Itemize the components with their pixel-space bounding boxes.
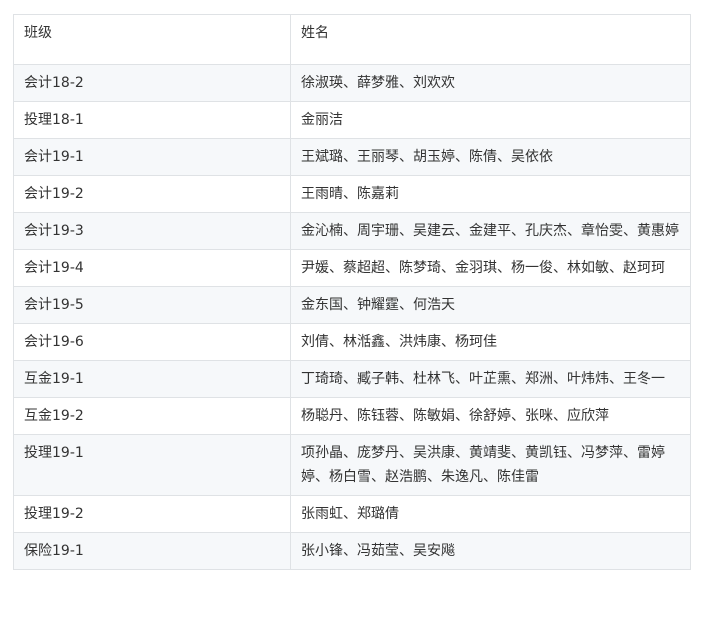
- names-cell: 金丽洁: [290, 101, 691, 139]
- names-cell: 项孙晶、庞梦丹、吴洪康、黄靖斐、黄凯钰、冯梦萍、雷婷婷、杨白雪、赵浩鹏、朱逸凡、…: [290, 434, 691, 496]
- header-class: 班级: [13, 14, 291, 65]
- class-cell: 会计19-2: [13, 175, 291, 213]
- names-cell: 杨聪丹、陈钰蓉、陈敏娟、徐舒婷、张咪、应欣萍: [290, 397, 691, 435]
- table-row: 互金19-1 丁琦琦、臧子韩、杜林飞、叶芷熏、郑洲、叶炜炜、王冬一: [13, 360, 691, 398]
- names-cell: 王斌璐、王丽琴、胡玉婷、陈倩、吴依依: [290, 138, 691, 176]
- class-cell: 互金19-1: [13, 360, 291, 398]
- names-cell: 王雨晴、陈嘉莉: [290, 175, 691, 213]
- table-row: 保险19-1 张小锋、冯茹莹、吴安飚: [13, 532, 691, 570]
- table-row: 投理18-1 金丽洁: [13, 101, 691, 139]
- table-row: 会计19-4 尹媛、蔡超超、陈梦琦、金羽琪、杨一俊、林如敏、赵珂珂: [13, 249, 691, 287]
- class-cell: 投理19-2: [13, 495, 291, 533]
- class-roster-table-container: 班级 姓名 会计18-2 徐淑瑛、薛梦雅、刘欢欢 投理18-1 金丽洁 会计19…: [13, 14, 691, 570]
- class-cell: 会计19-1: [13, 138, 291, 176]
- names-cell: 张雨虹、郑璐倩: [290, 495, 691, 533]
- class-cell: 会计19-6: [13, 323, 291, 361]
- table-row: 会计19-1 王斌璐、王丽琴、胡玉婷、陈倩、吴依依: [13, 138, 691, 176]
- class-cell: 会计18-2: [13, 64, 291, 102]
- class-roster-table: 班级 姓名 会计18-2 徐淑瑛、薛梦雅、刘欢欢 投理18-1 金丽洁 会计19…: [13, 14, 691, 570]
- class-cell: 会计19-4: [13, 249, 291, 287]
- table-row: 会计19-2 王雨晴、陈嘉莉: [13, 175, 691, 213]
- class-cell: 会计19-5: [13, 286, 291, 324]
- class-cell: 互金19-2: [13, 397, 291, 435]
- table-row: 会计19-3 金沁楠、周宇珊、吴建云、金建平、孔庆杰、章怡雯、黄惠婷: [13, 212, 691, 250]
- table-row: 会计18-2 徐淑瑛、薛梦雅、刘欢欢: [13, 64, 691, 102]
- names-cell: 金东国、钟耀霆、何浩天: [290, 286, 691, 324]
- table-row: 会计19-6 刘倩、林湉鑫、洪炜康、杨珂佳: [13, 323, 691, 361]
- class-cell: 会计19-3: [13, 212, 291, 250]
- names-cell: 丁琦琦、臧子韩、杜林飞、叶芷熏、郑洲、叶炜炜、王冬一: [290, 360, 691, 398]
- class-cell: 投理18-1: [13, 101, 291, 139]
- table-row: 投理19-2 张雨虹、郑璐倩: [13, 495, 691, 533]
- names-cell: 尹媛、蔡超超、陈梦琦、金羽琪、杨一俊、林如敏、赵珂珂: [290, 249, 691, 287]
- names-cell: 张小锋、冯茹莹、吴安飚: [290, 532, 691, 570]
- names-cell: 金沁楠、周宇珊、吴建云、金建平、孔庆杰、章怡雯、黄惠婷: [290, 212, 691, 250]
- names-cell: 刘倩、林湉鑫、洪炜康、杨珂佳: [290, 323, 691, 361]
- names-cell: 徐淑瑛、薛梦雅、刘欢欢: [290, 64, 691, 102]
- table-row: 会计19-5 金东国、钟耀霆、何浩天: [13, 286, 691, 324]
- table-header-row: 班级 姓名: [13, 14, 691, 65]
- table-row: 投理19-1 项孙晶、庞梦丹、吴洪康、黄靖斐、黄凯钰、冯梦萍、雷婷婷、杨白雪、赵…: [13, 434, 691, 496]
- class-cell: 保险19-1: [13, 532, 291, 570]
- header-names: 姓名: [290, 14, 691, 65]
- class-cell: 投理19-1: [13, 434, 291, 496]
- table-row: 互金19-2 杨聪丹、陈钰蓉、陈敏娟、徐舒婷、张咪、应欣萍: [13, 397, 691, 435]
